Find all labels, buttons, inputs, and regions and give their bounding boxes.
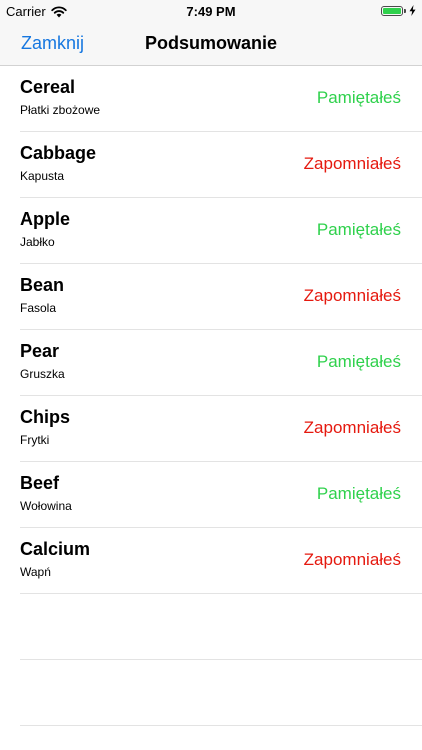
result-label: Zapomniałeś	[303, 154, 401, 173]
list-item[interactable]: Cereal Płatki zbożowe Pamiętałeś	[20, 66, 422, 132]
list-item[interactable]: Cabbage Kapusta Zapomniałeś	[20, 132, 422, 198]
word-label: Apple	[20, 209, 71, 229]
list-item[interactable]: Pear Gruszka Pamiętałeś	[20, 330, 422, 396]
result-label: Pamiętałeś	[316, 484, 401, 503]
word-label: Chips	[20, 407, 71, 427]
summary-list: Cereal Płatki zbożowe Pamiętałeś Cabbage Kap…	[0, 66, 422, 726]
status-right	[381, 5, 416, 16]
result-label: Zapomniałeś	[303, 550, 401, 569]
word-label: Calcium	[20, 539, 91, 559]
list-item[interactable]: Beef Wołowina Pamiętałeś	[20, 462, 422, 528]
navigation-bar: Zamknij Podsumowanie	[0, 22, 422, 66]
status-time: 7:49 PM	[186, 4, 236, 19]
translation-label: Gruszka	[20, 367, 65, 381]
translation-label: Kapusta	[20, 169, 65, 183]
page-title: Podsumowanie	[144, 33, 278, 53]
translation-label: Fasola	[20, 301, 57, 315]
summary-rows: Cereal Płatki zbożowe Pamiętałeś Cabbage Kap…	[0, 66, 422, 594]
word-label: Cereal	[20, 77, 76, 97]
translation-label: Wapń	[20, 565, 51, 579]
result-label: Pamiętałeś	[316, 220, 401, 239]
word-label: Cabbage	[20, 143, 97, 163]
translation-label: Wołowina	[20, 499, 72, 513]
list-item[interactable]: Bean Fasola Zapomniałeś	[20, 264, 422, 330]
battery-icon	[381, 5, 403, 16]
list-item[interactable]: Calcium Wapń Zapomniałeś	[20, 528, 422, 594]
result-label: Zapomniałeś	[303, 418, 401, 437]
result-label: Pamiętałeś	[316, 88, 401, 107]
battery-cap	[404, 8, 406, 13]
list-item[interactable]: Apple Jabłko Pamiętałeś	[20, 198, 422, 264]
charging-bolt-icon	[409, 5, 416, 16]
word-label: Pear	[20, 341, 60, 361]
result-label: Pamiętałeś	[316, 352, 401, 371]
translation-label: Jabłko	[20, 235, 55, 249]
empty-row	[20, 660, 422, 726]
list-item[interactable]: Chips Frytki Zapomniałeś	[20, 396, 422, 462]
status-bar: Carrier 7:49 PM	[0, 0, 422, 22]
translation-label: Frytki	[20, 433, 50, 447]
result-label: Zapomniałeś	[303, 286, 401, 305]
word-label: Beef	[20, 473, 60, 493]
translation-label: Płatki zbożowe	[20, 103, 101, 117]
word-label: Bean	[20, 275, 65, 295]
battery-fill	[383, 7, 401, 14]
empty-row	[20, 594, 422, 660]
